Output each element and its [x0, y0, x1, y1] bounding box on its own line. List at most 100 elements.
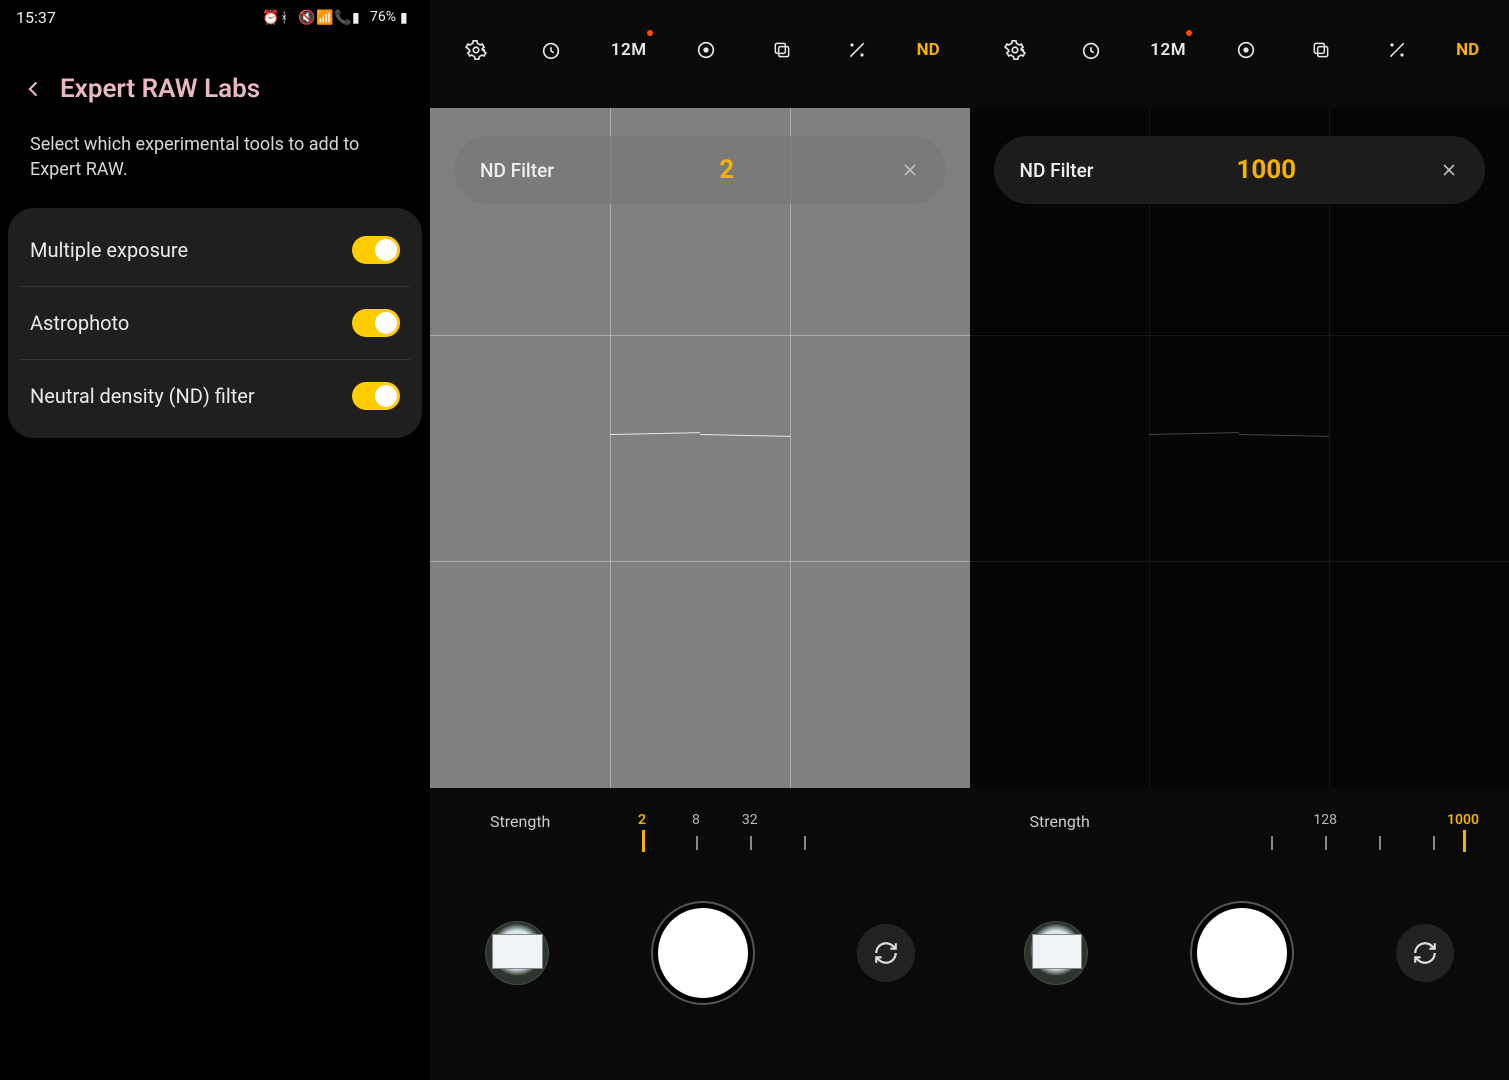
camera-screen-nd1000: 12M ND ND Filter 1000 — [970, 0, 1509, 1080]
setting-nd-filter[interactable]: Neutral density (ND) filter — [20, 359, 410, 432]
settings-list: Multiple exposure Astrophoto Neutral den… — [8, 208, 422, 438]
setting-label: Neutral density (ND) filter — [30, 384, 255, 408]
slider-tick — [642, 830, 645, 852]
toggle-switch[interactable] — [352, 236, 400, 264]
multi-exposure-icon[interactable] — [1305, 34, 1337, 66]
volte-icon: 📞 — [334, 10, 348, 24]
back-icon[interactable] — [24, 79, 44, 99]
gridline-icon — [430, 335, 970, 336]
bluetooth-icon: ᚼ — [280, 10, 294, 24]
toggle-switch[interactable] — [352, 382, 400, 410]
mute-icon: 🔇 — [298, 10, 312, 24]
metering-icon[interactable] — [690, 34, 722, 66]
resolution-button[interactable]: 12M — [611, 34, 647, 66]
horizon-indicator-icon — [700, 434, 790, 437]
strength-slider[interactable]: 1281000 — [1170, 808, 1470, 858]
resolution-label: 12M — [1150, 40, 1186, 60]
setting-astrophoto[interactable]: Astrophoto — [20, 286, 410, 359]
settings-icon[interactable] — [460, 34, 492, 66]
slider-tick-label: 8 — [692, 812, 700, 828]
close-icon[interactable] — [1439, 160, 1459, 180]
timer-icon[interactable] — [1075, 34, 1107, 66]
viewfinder-container: ND Filter 1000 Strength 1281000 — [970, 108, 1509, 1072]
slider-tick — [804, 836, 806, 850]
nd-chip-value: 1000 — [1093, 155, 1439, 185]
horizon-indicator-icon — [610, 433, 700, 436]
wifi-icon: 📶 — [316, 10, 330, 24]
multi-exposure-icon[interactable] — [766, 34, 798, 66]
slider-tick-label: 32 — [742, 812, 758, 828]
slider-tick — [1463, 830, 1466, 852]
viewfinder-container: ND Filter 2 Strength 2 8 32 — [430, 108, 970, 1072]
shutter-button[interactable] — [1197, 908, 1287, 998]
setting-label: Multiple exposure — [30, 238, 188, 262]
battery-percent: 76% — [370, 9, 396, 25]
nd-mode-button[interactable]: ND — [917, 34, 940, 66]
strength-label: Strength — [1030, 812, 1090, 831]
strength-slider-row: Strength 2 8 32 — [430, 808, 970, 868]
astrophoto-icon[interactable] — [1381, 34, 1413, 66]
setting-label: Astrophoto — [30, 311, 129, 335]
status-icons: ⏰ ᚼ 🔇 📶 📞 ▮ 76% ▮ — [262, 9, 414, 25]
switch-camera-button[interactable] — [1396, 924, 1454, 982]
slider-tick-label: 1000 — [1447, 812, 1479, 828]
gallery-thumbnail[interactable] — [1024, 921, 1088, 985]
nd-filter-chip: ND Filter 2 — [454, 136, 946, 204]
nd-mode-button[interactable]: ND — [1456, 34, 1479, 66]
settings-screen: 15:37 ⏰ ᚼ 🔇 📶 📞 ▮ 76% ▮ Expert RAW Labs … — [0, 0, 430, 1080]
slider-tick — [1433, 836, 1435, 850]
astrophoto-icon[interactable] — [841, 34, 873, 66]
dot-indicator-icon — [1186, 30, 1192, 36]
nd-chip-value: 2 — [554, 155, 900, 185]
shutter-button[interactable] — [658, 908, 748, 998]
camera-bottom-controls — [430, 898, 970, 1008]
gallery-thumbnail[interactable] — [485, 921, 549, 985]
resolution-button[interactable]: 12M — [1150, 34, 1186, 66]
slider-tick — [1271, 836, 1273, 850]
viewfinder[interactable]: ND Filter 2 — [430, 108, 970, 788]
gridline-icon — [1329, 108, 1330, 788]
status-bar: 15:37 ⏰ ᚼ 🔇 📶 📞 ▮ 76% ▮ — [0, 0, 430, 34]
metering-icon[interactable] — [1230, 34, 1262, 66]
slider-tick-label: 2 — [638, 812, 646, 828]
camera-top-toolbar: 12M ND — [970, 0, 1509, 100]
slider-tick — [750, 836, 752, 850]
slider-tick — [1379, 836, 1381, 850]
slider-tick — [1325, 836, 1327, 850]
setting-multiple-exposure[interactable]: Multiple exposure — [8, 214, 422, 286]
dot-indicator-icon — [647, 30, 653, 36]
horizon-indicator-icon — [1149, 433, 1239, 436]
gridline-icon — [1149, 108, 1150, 788]
nd-chip-label: ND Filter — [480, 159, 554, 182]
strength-slider-row: Strength 1281000 — [970, 808, 1509, 868]
gridline-icon — [610, 108, 611, 788]
strength-label: Strength — [490, 812, 550, 831]
signal-icon: ▮ — [352, 10, 366, 24]
timer-icon[interactable] — [535, 34, 567, 66]
resolution-label: 12M — [611, 40, 647, 60]
gridline-icon — [430, 561, 970, 562]
gridline-icon — [970, 335, 1509, 336]
title-bar: Expert RAW Labs — [0, 34, 430, 128]
battery-icon: ▮ — [400, 10, 414, 24]
camera-top-toolbar: 12M ND — [430, 0, 970, 100]
close-icon[interactable] — [900, 160, 920, 180]
page-title: Expert RAW Labs — [60, 74, 260, 104]
alarm-icon: ⏰ — [262, 10, 276, 24]
gridline-icon — [970, 561, 1509, 562]
switch-camera-button[interactable] — [857, 924, 915, 982]
toggle-switch[interactable] — [352, 309, 400, 337]
clock: 15:37 — [16, 8, 56, 27]
viewfinder[interactable]: ND Filter 1000 — [970, 108, 1509, 788]
slider-tick-label: 128 — [1313, 812, 1337, 828]
slider-tick — [696, 836, 698, 850]
nd-filter-chip: ND Filter 1000 — [994, 136, 1486, 204]
camera-bottom-controls — [970, 898, 1509, 1008]
horizon-indicator-icon — [1239, 434, 1329, 437]
strength-slider[interactable]: 2 8 32 — [630, 808, 930, 858]
page-description: Select which experimental tools to add t… — [0, 128, 430, 208]
nd-chip-label: ND Filter — [1020, 159, 1094, 182]
camera-screen-nd2: 12M ND ND Filter 2 — [430, 0, 970, 1080]
gridline-icon — [790, 108, 791, 788]
settings-icon[interactable] — [999, 34, 1031, 66]
